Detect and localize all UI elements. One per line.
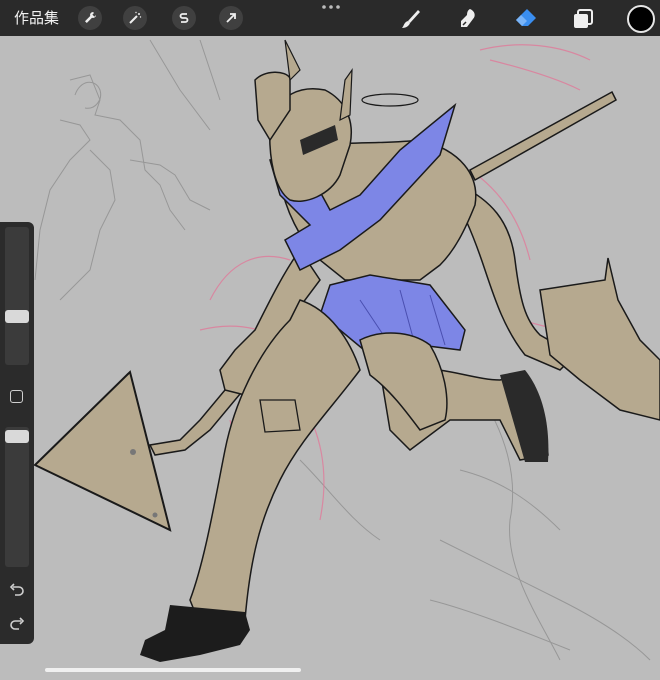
actions-button[interactable] [78,6,102,30]
smudge-icon[interactable] [455,6,481,32]
opacity-thumb[interactable] [5,430,29,443]
more-dots-icon[interactable] [321,3,341,11]
brush-icon[interactable] [398,6,424,32]
redo-icon[interactable] [9,616,25,630]
color-picker-button[interactable] [627,5,655,33]
selection-button[interactable] [172,6,196,30]
top-toolbar: 作品集 [0,0,660,36]
magic-wand-icon [129,11,142,24]
undo-icon[interactable] [9,582,25,596]
opacity-slider[interactable] [5,427,29,567]
selection-s-icon [179,13,189,23]
home-indicator[interactable] [45,668,301,672]
drawing-canvas[interactable] [0,36,660,680]
brush-size-thumb[interactable] [5,310,29,323]
gallery-button[interactable]: 作品集 [14,7,59,29]
brush-size-slider[interactable] [5,227,29,365]
artwork [33,39,660,662]
wrench-icon [85,12,96,23]
transform-button[interactable] [219,6,243,30]
left-sidebar [0,222,34,644]
square-icon[interactable] [10,390,23,403]
layers-icon[interactable] [570,6,596,32]
arrow-cursor-icon [226,13,236,23]
eraser-icon[interactable] [513,6,539,32]
adjustments-button[interactable] [123,6,147,30]
